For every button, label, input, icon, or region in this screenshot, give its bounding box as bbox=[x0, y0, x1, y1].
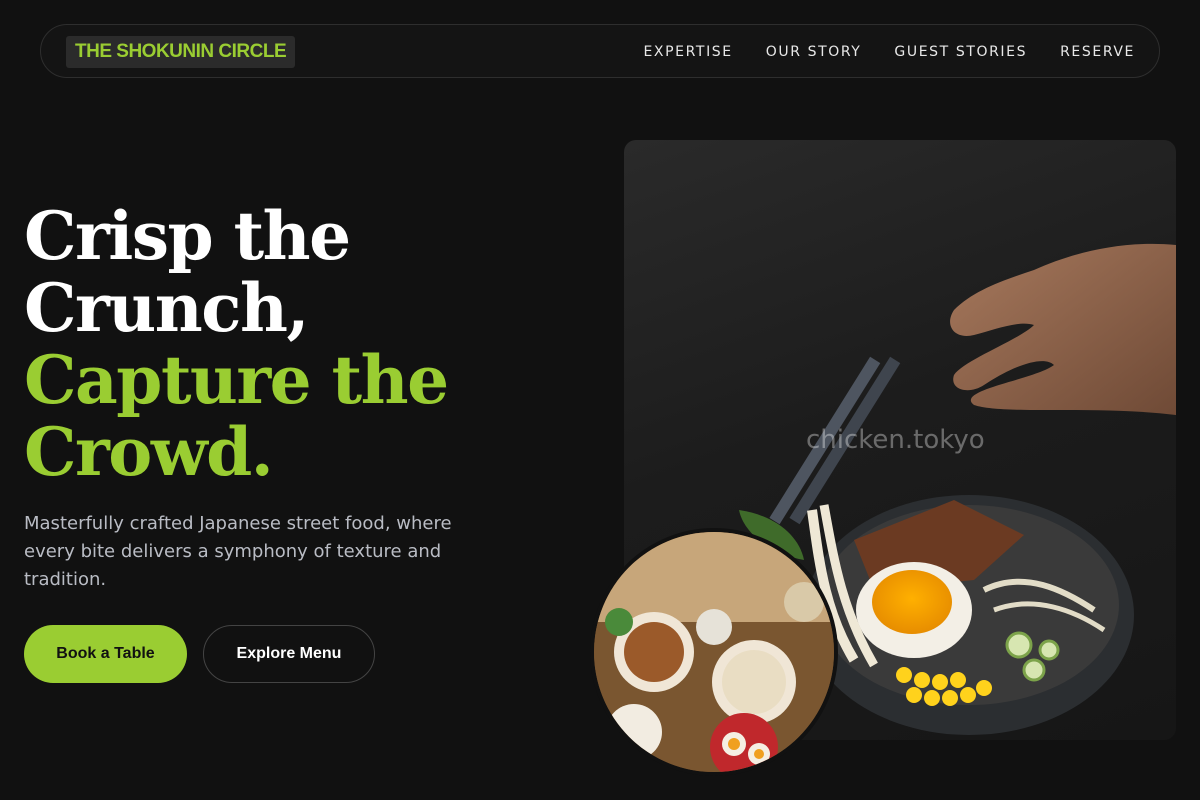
nav-links: EXPERTISE OUR STORY GUEST STORIES RESERV… bbox=[643, 25, 1135, 79]
nav-link-our-story[interactable]: OUR STORY bbox=[766, 44, 862, 60]
japanese-meal-illustration bbox=[594, 532, 834, 772]
brand-logo[interactable]: THE SHOKUNIN CIRCLE bbox=[66, 36, 296, 68]
book-table-button[interactable]: Book a Table bbox=[24, 625, 187, 683]
table-spread-image bbox=[590, 528, 838, 776]
nav-link-guest-stories[interactable]: GUEST STORIES bbox=[894, 44, 1027, 60]
headline-line-3: Capture the bbox=[24, 341, 449, 419]
headline-line-2: Crunch, bbox=[24, 269, 309, 347]
explore-menu-button[interactable]: Explore Menu bbox=[203, 625, 375, 683]
top-navigation: THE SHOKUNIN CIRCLE EXPERTISE OUR STORY … bbox=[40, 24, 1160, 78]
hero-description: Masterfully crafted Japanese street food… bbox=[24, 513, 452, 590]
nav-link-expertise[interactable]: EXPERTISE bbox=[643, 44, 732, 60]
nav-link-reserve[interactable]: RESERVE bbox=[1060, 44, 1135, 60]
headline-line-1: Crisp the bbox=[24, 197, 351, 275]
image-watermark: chicken.tokyo bbox=[806, 425, 985, 455]
headline-line-4: Crowd. bbox=[24, 413, 274, 491]
hero-headline: Crisp the Crunch, Capture the Crowd. bbox=[24, 197, 449, 491]
hand-shape bbox=[950, 243, 1176, 415]
